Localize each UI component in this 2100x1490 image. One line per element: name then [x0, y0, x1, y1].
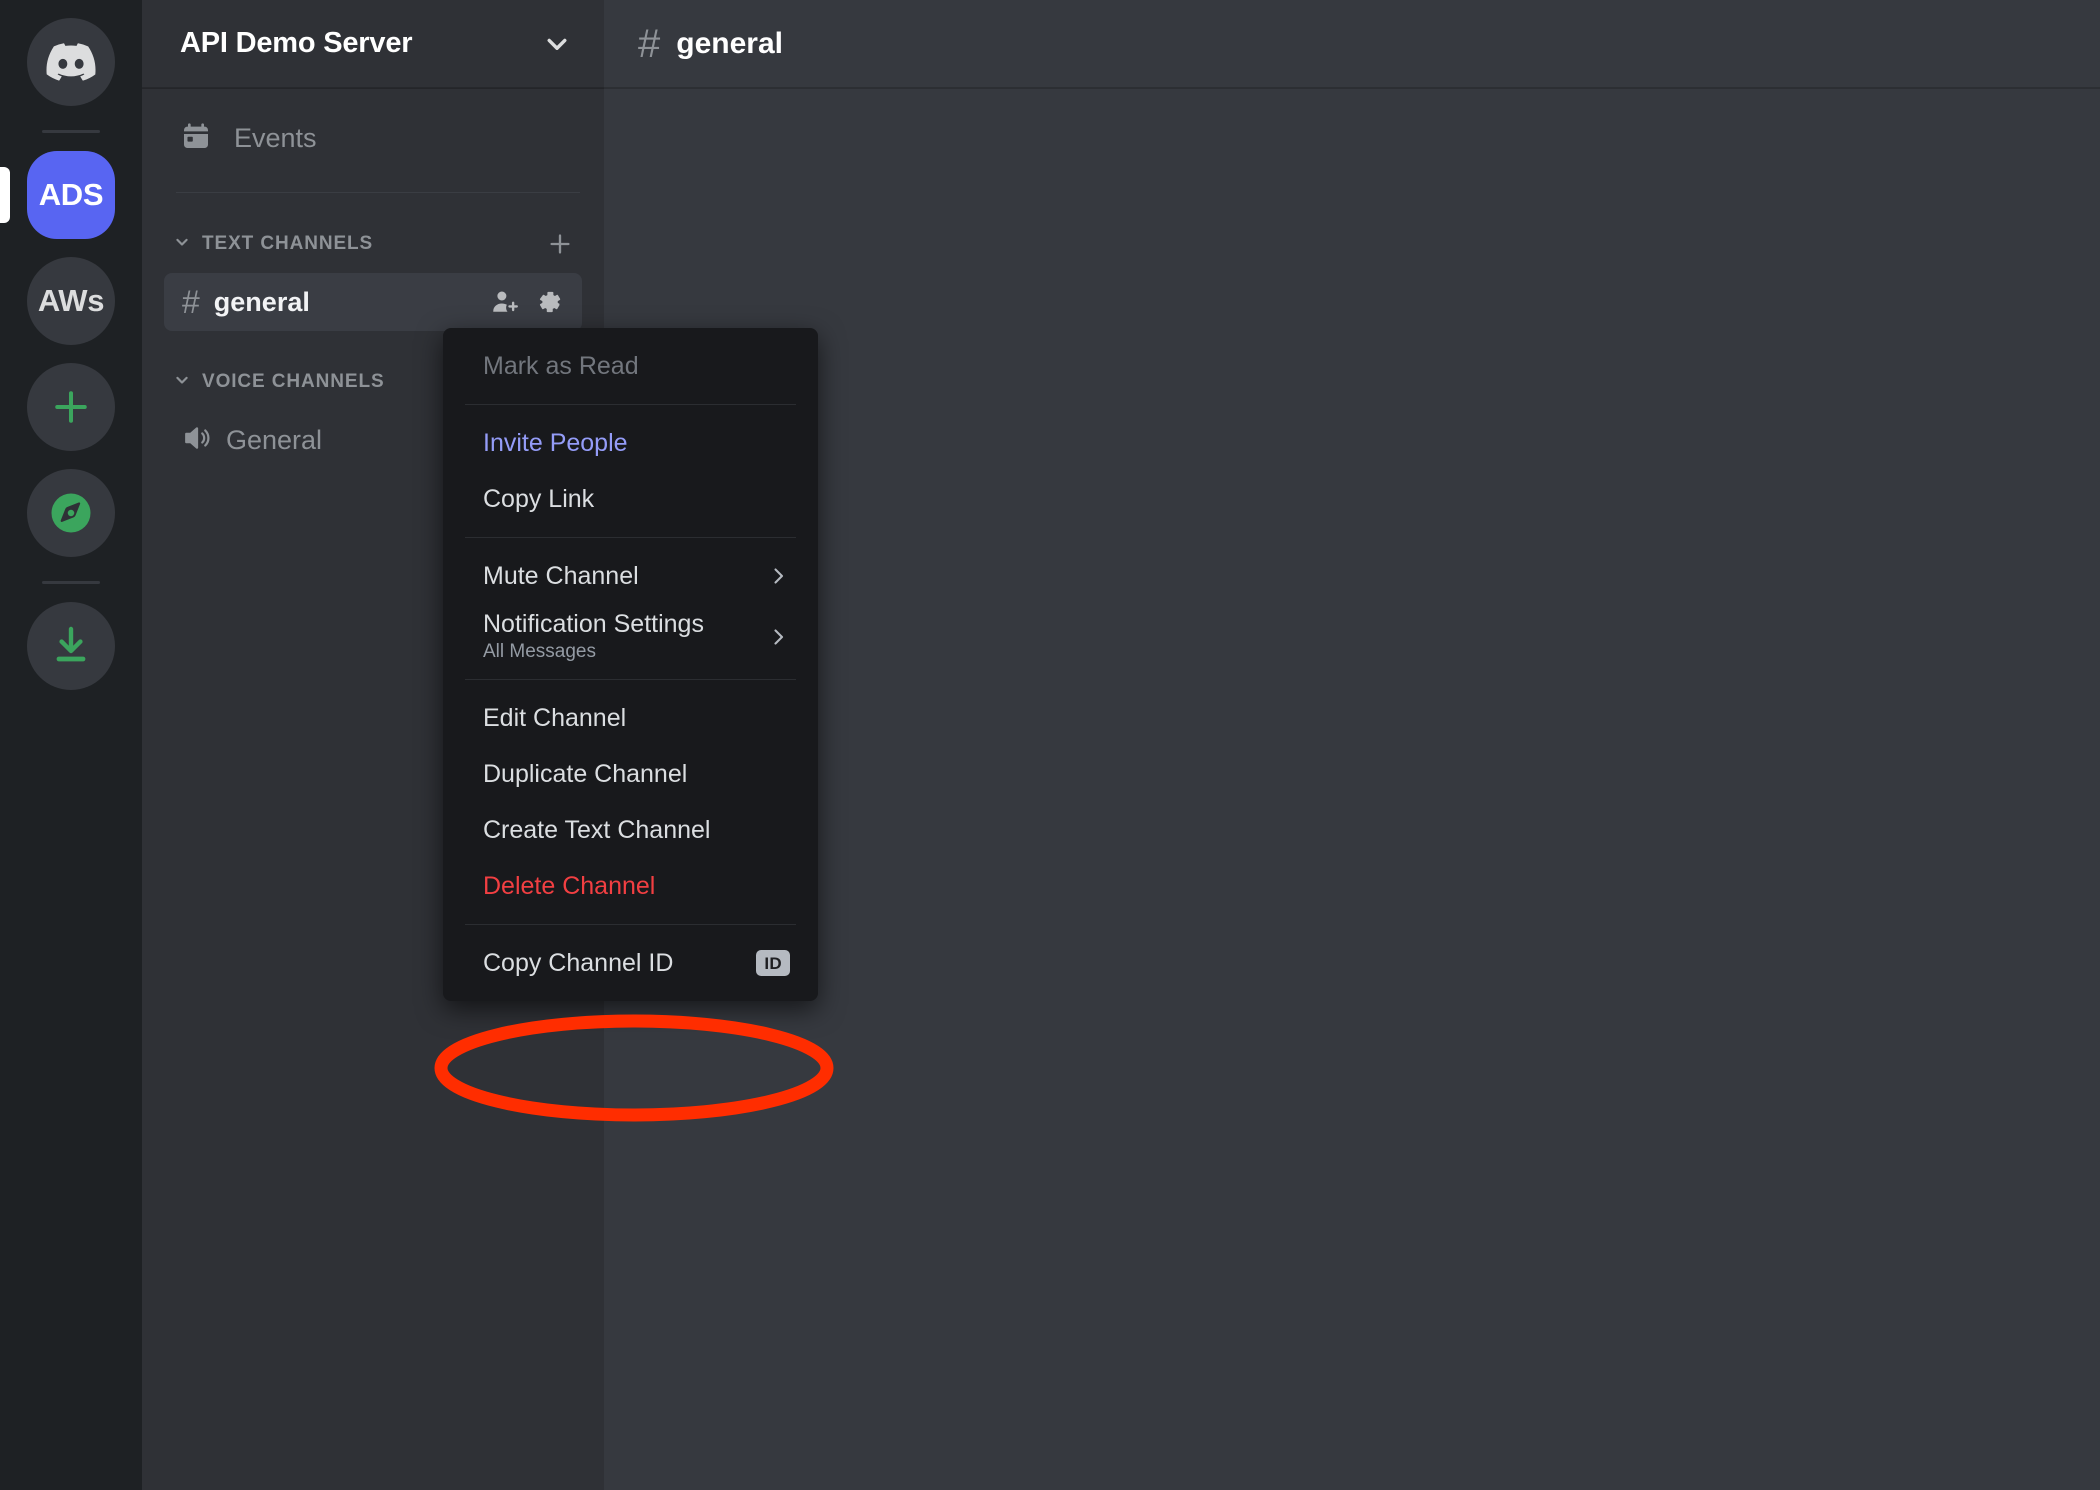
channel-header: # general — [604, 0, 2100, 88]
explore-servers-button[interactable] — [27, 469, 115, 557]
menu-item-label: Notification Settings — [483, 610, 704, 638]
create-channel-plus-icon[interactable] — [546, 230, 574, 258]
menu-item-label: Copy Channel ID — [483, 948, 674, 977]
server-name: API Demo Server — [180, 27, 413, 59]
server-rail-item-home[interactable] — [0, 18, 142, 106]
chevron-down-icon[interactable] — [540, 27, 574, 61]
category-label: VOICE CHANNELS — [202, 371, 385, 392]
menu-item-copy-link[interactable]: Copy Link — [451, 471, 810, 527]
download-apps-button[interactable] — [27, 602, 115, 690]
rail-divider-bottom — [42, 581, 100, 584]
menu-item-create-text-channel[interactable]: Create Text Channel — [451, 802, 810, 858]
server-avatar-aws[interactable]: AWs — [27, 257, 115, 345]
sidebar-item-label: Events — [234, 122, 317, 153]
menu-item-edit-channel[interactable]: Edit Channel — [451, 690, 810, 746]
menu-separator — [465, 404, 796, 405]
server-avatar-label: ADS — [38, 177, 104, 212]
channel-hover-actions — [490, 287, 564, 317]
speaker-icon — [182, 423, 212, 458]
discord-app-window: ADS AWs API Demo Server Events TEXT CHAN… — [0, 0, 2100, 1490]
server-rail-item-ads[interactable]: ADS — [0, 151, 142, 239]
discord-logo-icon[interactable] — [27, 18, 115, 106]
server-avatar-ads[interactable]: ADS — [27, 151, 115, 239]
menu-separator — [465, 679, 796, 680]
submenu-chevron-right-icon[interactable] — [766, 564, 790, 588]
menu-item-invite-people[interactable]: Invite People — [451, 415, 810, 471]
menu-item-label: Mark as Read — [483, 351, 639, 380]
menu-item-label: Mute Channel — [483, 561, 639, 590]
sidebar-divider — [176, 192, 580, 193]
channel-item-general-text[interactable]: # general — [164, 273, 582, 331]
hash-icon: # — [182, 284, 200, 320]
menu-separator — [465, 537, 796, 538]
server-header-dropdown[interactable]: API Demo Server — [142, 0, 604, 88]
person-add-icon[interactable] — [490, 287, 520, 317]
main-content: # general — [604, 0, 2100, 1490]
message-list[interactable] — [604, 88, 2100, 1490]
menu-item-label: Invite People — [483, 428, 628, 457]
server-rail-item-aws[interactable]: AWs — [0, 257, 142, 345]
menu-item-label: Copy Link — [483, 484, 595, 513]
rail-divider — [42, 130, 100, 133]
id-badge-icon: ID — [756, 950, 790, 976]
category-collapse-chevron-icon[interactable] — [172, 370, 192, 395]
menu-separator — [465, 924, 796, 925]
server-rail: ADS AWs — [0, 0, 142, 1490]
menu-item-copy-channel-id[interactable]: Copy Channel ID ID — [451, 935, 810, 991]
category-label: TEXT CHANNELS — [202, 233, 374, 254]
category-text-channels[interactable]: TEXT CHANNELS — [142, 219, 604, 269]
sidebar-item-events[interactable]: Events — [164, 110, 582, 166]
category-collapse-chevron-icon[interactable] — [172, 232, 192, 257]
channel-title: general — [676, 26, 783, 60]
compass-icon — [51, 493, 91, 533]
add-server-button[interactable] — [27, 363, 115, 451]
discord-logo-glyph — [46, 43, 96, 81]
server-rail-item-explore[interactable] — [0, 469, 142, 557]
channel-name: General — [226, 424, 323, 455]
server-avatar-label: AWs — [37, 283, 105, 318]
submenu-chevron-right-icon[interactable] — [766, 625, 790, 649]
menu-item-sublabel: All Messages — [483, 641, 596, 662]
hash-icon: # — [638, 21, 661, 66]
menu-item-mute-channel[interactable]: Mute Channel — [451, 548, 810, 604]
active-server-pill — [0, 167, 10, 223]
menu-item-label: Edit Channel — [483, 703, 627, 732]
download-icon — [56, 626, 86, 662]
menu-item-label: Create Text Channel — [483, 815, 711, 844]
gear-icon[interactable] — [534, 287, 564, 317]
server-rail-item-download[interactable] — [0, 602, 142, 690]
menu-item-delete-channel[interactable]: Delete Channel — [451, 858, 810, 914]
menu-item-duplicate-channel[interactable]: Duplicate Channel — [451, 746, 810, 802]
menu-item-notification-settings[interactable]: Notification Settings All Messages — [451, 604, 810, 669]
menu-item-label: Duplicate Channel — [483, 759, 688, 788]
channel-name: general — [213, 286, 310, 317]
calendar-icon — [180, 120, 212, 157]
plus-icon — [55, 391, 87, 423]
channel-context-menu: Mark as Read Invite People Copy Link Mut… — [443, 328, 818, 1001]
server-rail-item-add-server[interactable] — [0, 363, 142, 451]
menu-item-label: Delete Channel — [483, 871, 656, 900]
menu-item-mark-as-read[interactable]: Mark as Read — [451, 338, 810, 394]
